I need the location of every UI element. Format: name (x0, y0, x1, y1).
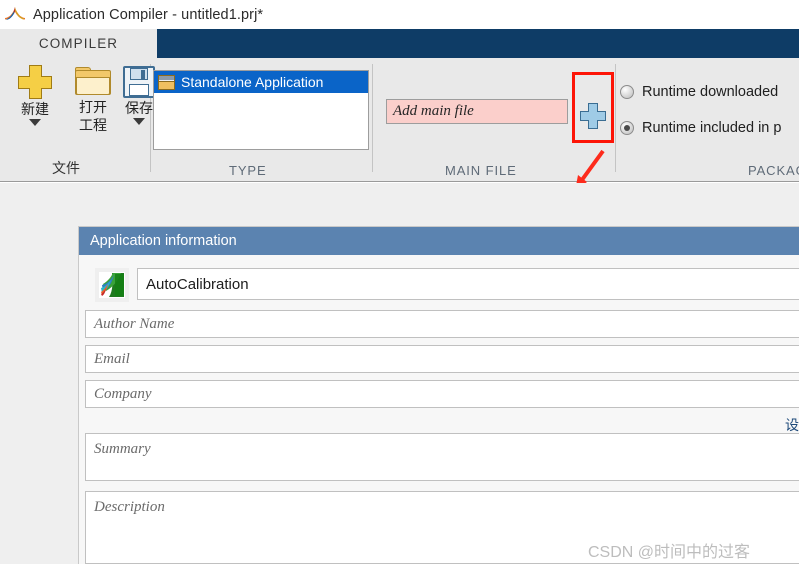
gold-plus-icon (18, 65, 52, 99)
ribbon-separator (615, 64, 616, 172)
ribbon-tab-bar: COMPILER (0, 29, 799, 58)
application-name-value: AutoCalibration (146, 275, 249, 293)
radio-runtime-downloaded-label: Runtime downloaded (642, 84, 779, 100)
matlab-app-icon (99, 272, 125, 298)
chevron-down-icon[interactable] (133, 118, 145, 125)
summary-textarea[interactable]: Summary (85, 433, 799, 481)
summary-placeholder: Summary (94, 441, 151, 457)
new-project-label: 新建 (21, 101, 49, 117)
main-file-placeholder: Add main file (393, 103, 474, 119)
settings-link-label: 设 (785, 417, 799, 433)
type-item-label: Standalone Application (181, 74, 324, 90)
settings-link-cut[interactable]: 设 (785, 415, 799, 435)
application-window-icon (158, 74, 175, 90)
author-name-placeholder: Author Name (94, 315, 175, 332)
content-area: Application information AutoCalibration … (0, 183, 799, 564)
ribbon-body: 新建 打开 工程 保存 文件 Standalone Application TY… (0, 58, 799, 182)
floppy-save-icon (123, 66, 155, 98)
application-information-panel: Application information AutoCalibration … (78, 226, 799, 564)
radio-button-icon[interactable] (620, 121, 634, 135)
group-label-type: TYPE (229, 163, 267, 178)
tab-compiler[interactable]: COMPILER (0, 29, 157, 58)
radio-button-icon[interactable] (620, 85, 634, 99)
title-bar: Application Compiler - untitled1.prj* (0, 0, 799, 29)
group-label-packaging: PACKAG (748, 163, 799, 178)
window-title: Application Compiler - untitled1.prj* (33, 6, 264, 23)
application-name-input[interactable]: AutoCalibration (137, 268, 799, 300)
matlab-membrane-icon (4, 5, 26, 25)
ribbon-separator (372, 64, 373, 172)
group-label-main-file: MAIN FILE (445, 163, 517, 178)
csdn-watermark: CSDN @时间中的过客 (588, 544, 751, 561)
panel-header-label: Application information (90, 233, 237, 249)
application-icon-button[interactable] (95, 268, 129, 302)
description-placeholder: Description (94, 499, 165, 515)
save-label: 保存 (125, 100, 153, 116)
highlight-rectangle-annotation (572, 72, 614, 143)
company-input[interactable]: Company (85, 380, 799, 408)
new-project-button[interactable]: 新建 (8, 65, 62, 126)
email-placeholder: Email (94, 350, 130, 367)
panel-header: Application information (79, 227, 799, 255)
radio-runtime-included[interactable]: Runtime included in p (620, 120, 781, 136)
email-input[interactable]: Email (85, 345, 799, 373)
tab-compiler-label: COMPILER (38, 36, 119, 51)
type-item-standalone-application[interactable]: Standalone Application (154, 71, 368, 93)
panel-body: AutoCalibration Author Name Email Compan… (79, 255, 799, 564)
type-listbox[interactable]: Standalone Application (153, 70, 369, 150)
chevron-down-icon[interactable] (29, 119, 41, 126)
company-placeholder: Company (94, 385, 152, 402)
radio-runtime-downloaded[interactable]: Runtime downloaded (620, 84, 778, 100)
group-label-file: 文件 (52, 160, 80, 176)
author-name-input[interactable]: Author Name (85, 310, 799, 338)
radio-runtime-included-label: Runtime included in p (642, 120, 782, 136)
main-file-input[interactable]: Add main file (386, 99, 568, 124)
